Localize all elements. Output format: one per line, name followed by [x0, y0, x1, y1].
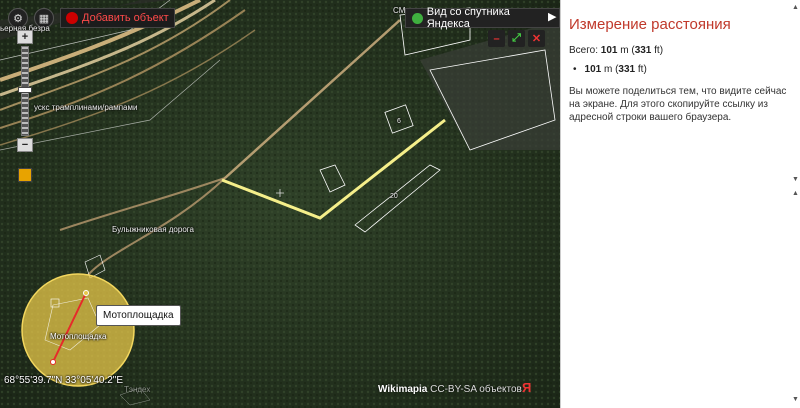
segment-feet: 331 [618, 64, 636, 75]
road-label-bulyzhnikovaya: Булыжниковая дорога [112, 225, 194, 234]
road-label-ramps: ускс трамплинами/рампами [34, 103, 138, 112]
scrollbar-down-icon[interactable]: ▼ [792, 176, 800, 184]
zoom-in-button[interactable]: + [17, 30, 33, 44]
map-window-controls: – ⤢ ✕ [488, 30, 545, 47]
scrollbar-up-icon[interactable]: ▲ [792, 4, 800, 12]
total-prefix: Всего: [569, 45, 601, 56]
panel-title: Измерение расстояния [569, 16, 731, 33]
satellite-arrow-icon[interactable]: ▶ [548, 10, 556, 23]
fullscreen-button[interactable]: ⤢ [508, 30, 525, 47]
scrollbar-up-icon-2[interactable]: ▲ [792, 190, 800, 198]
total-feet: 331 [634, 45, 652, 56]
map-terrain [0, 0, 560, 408]
segment-unit-m: m ( [601, 64, 619, 75]
segment-unit-ft: ft) [635, 64, 647, 75]
zoom-slider-thumb[interactable] [18, 87, 32, 93]
minimize-button[interactable]: – [488, 30, 505, 47]
layers-icon[interactable] [18, 168, 32, 182]
satellite-source-button[interactable]: Вид со спутника Яндекса [405, 6, 560, 30]
object-tooltip: Мотоплощадка [96, 305, 181, 326]
scrollbar-down-icon-2[interactable]: ▼ [792, 396, 800, 404]
segment-meters: 101 [584, 64, 602, 75]
wikimapia-window: ⚙ ▦ Добавить объект ьерная безра + − СМ … [0, 0, 800, 408]
yandex-logo: Я [522, 380, 532, 395]
total-meters: 101 [600, 45, 618, 56]
building-number-2: 20 [390, 193, 398, 200]
add-object-label: Добавить объект [82, 12, 169, 24]
zoom-out-button[interactable]: − [17, 138, 33, 152]
zoom-slider[interactable] [18, 46, 32, 136]
close-button[interactable]: ✕ [528, 30, 545, 47]
map-label-bottom-clip: Тэндех [124, 385, 151, 394]
total-unit-m: m ( [617, 45, 635, 56]
satellite-source-label: Вид со спутника Яндекса [426, 6, 510, 30]
cursor-coordinates: 68°55'39.7"N 33°05'40.2"E [4, 375, 124, 386]
attribution-brand[interactable]: Wikimapia [378, 384, 427, 395]
building-number-1: 6 [397, 118, 401, 125]
map-label-header-clip: СМ [393, 6, 406, 15]
zoom-control: + − [16, 30, 34, 182]
attribution-suffix: объектов [479, 384, 522, 395]
map-attribution: Wikimapia CC-BY-SA объектов [378, 384, 522, 395]
circle-object-label[interactable]: Мотоплощадка [50, 332, 106, 341]
total-unit-ft: ft) [651, 45, 664, 56]
attribution-license[interactable]: CC-BY-SA [430, 384, 476, 395]
share-note: Вы можете поделиться тем, что видите сей… [569, 86, 787, 123]
segment-list: 101 m (331 ft) [569, 64, 792, 75]
add-object-button[interactable]: Добавить объект [60, 8, 175, 28]
satellite-map[interactable]: ⚙ ▦ Добавить объект ьерная безра + − СМ … [0, 0, 560, 408]
add-object-icon [66, 12, 78, 24]
distance-measure-panel: Измерение расстояния Всего: 101 m (331 f… [560, 0, 800, 408]
total-distance: Всего: 101 m (331 ft) [569, 45, 792, 56]
list-item: 101 m (331 ft) [585, 64, 792, 75]
yandex-satellite-icon [412, 12, 423, 24]
